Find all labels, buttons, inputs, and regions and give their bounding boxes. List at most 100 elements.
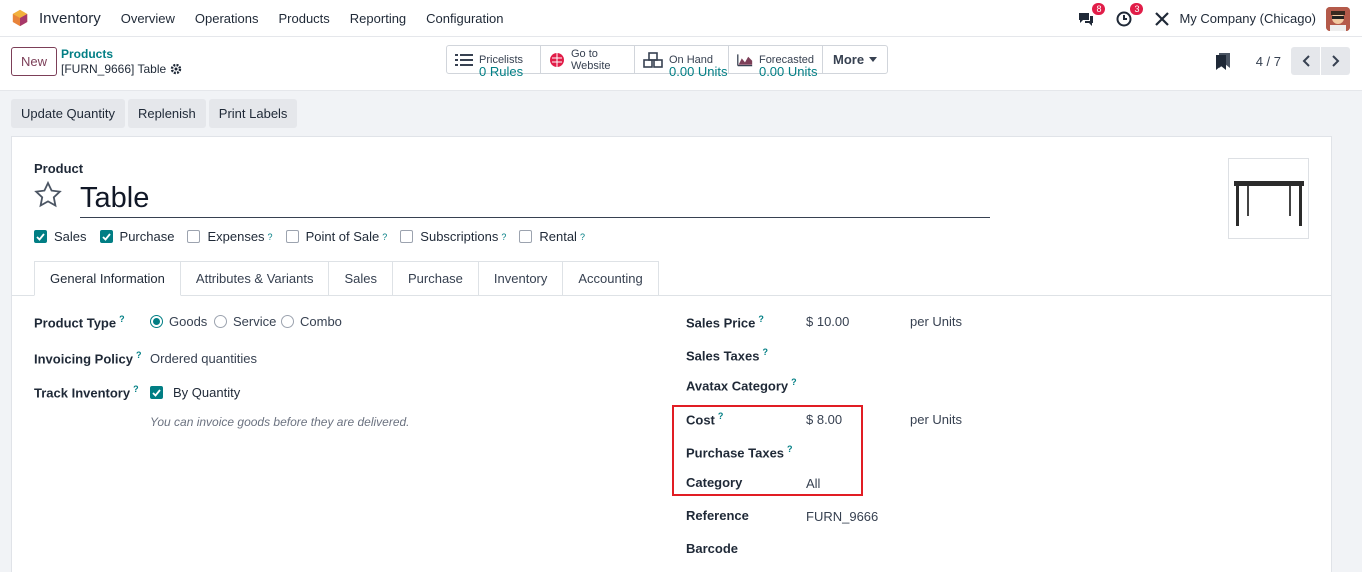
pricelists-value: 0 Rules xyxy=(479,63,524,79)
print-labels-button[interactable]: Print Labels xyxy=(208,99,298,128)
invoicing-policy-label-text: Invoicing Policy xyxy=(34,351,133,367)
expenses-check-label: Expenses xyxy=(207,229,265,244)
radio-service-dot[interactable] xyxy=(214,315,227,328)
radio-service[interactable]: Service xyxy=(214,314,276,329)
help-icon[interactable]: ? xyxy=(791,377,797,387)
avatax-category-label-text: Avatax Category xyxy=(686,378,789,394)
smart-buttons: Pricelists 0 Rules Go to Website On Hand 0.… xyxy=(446,45,889,78)
company-switcher[interactable]: My Company (Chicago) xyxy=(1179,11,1316,26)
product-image[interactable] xyxy=(1228,158,1309,239)
invoicing-policy-label: Invoicing Policy? xyxy=(34,350,141,366)
avatax-category-input[interactable] xyxy=(806,372,1006,396)
forecasted-button[interactable]: Forecasted 0.00 Units xyxy=(729,46,823,78)
rental-check-box[interactable] xyxy=(519,230,533,243)
help-icon[interactable]: ? xyxy=(268,232,273,242)
replenish-button[interactable]: Replenish xyxy=(127,99,206,128)
subscriptions-checkbox[interactable]: Subscriptions? xyxy=(400,229,506,244)
purchase-check-label: Purchase xyxy=(119,229,175,244)
tab-attributes-variants[interactable]: Attributes & Variants xyxy=(180,261,330,296)
systray: 8 3 My Company (Chicago) xyxy=(1075,0,1350,37)
tab-sales[interactable]: Sales xyxy=(329,261,393,296)
track-inventory-label: Track Inventory? xyxy=(34,384,139,400)
help-icon[interactable]: ? xyxy=(580,232,585,242)
barcode-input[interactable] xyxy=(806,537,1006,561)
sales-check-box[interactable] xyxy=(34,230,47,243)
on-hand-button[interactable]: On Hand 0.00 Units xyxy=(635,46,729,78)
purchase-check-box[interactable] xyxy=(99,230,113,243)
go-to-website-button[interactable]: Go to Website xyxy=(541,46,635,73)
menu-products[interactable]: Products xyxy=(278,11,329,26)
invoicing-policy-value[interactable]: Ordered quantities xyxy=(150,351,257,366)
sales-taxes-input[interactable] xyxy=(806,342,1006,366)
help-icon[interactable]: ? xyxy=(119,314,125,324)
star-icon[interactable] xyxy=(34,181,62,209)
sales-price-unit: per Units xyxy=(910,314,963,329)
radio-combo-label: Combo xyxy=(300,314,342,329)
rental-checkbox[interactable]: Rental? xyxy=(519,229,585,244)
sales-price-input[interactable]: $ 10.00 xyxy=(806,314,849,329)
product-name-input[interactable]: Table xyxy=(80,181,990,218)
globe-icon xyxy=(550,52,564,67)
sales-taxes-label-text: Sales Taxes xyxy=(686,348,760,364)
website-value: Website xyxy=(571,59,611,72)
pager: 4 / 7 xyxy=(1256,47,1350,75)
sales-taxes-label: Sales Taxes? xyxy=(686,347,768,363)
pricelists-button[interactable]: Pricelists 0 Rules xyxy=(447,46,541,78)
menu-configuration[interactable]: Configuration xyxy=(426,11,503,26)
user-avatar[interactable] xyxy=(1326,6,1350,31)
sales-checkbox[interactable]: Sales xyxy=(34,229,87,244)
radio-combo[interactable]: Combo xyxy=(281,314,342,329)
cubes-icon xyxy=(643,51,663,68)
menu-operations[interactable]: Operations xyxy=(195,11,259,26)
check-icon xyxy=(101,232,111,241)
chat-button[interactable]: 8 xyxy=(1075,2,1106,30)
main-menu: Overview Operations Products Reporting C… xyxy=(121,11,524,26)
track-inventory-checkbox[interactable]: By Quantity xyxy=(150,385,240,400)
reference-input[interactable]: FURN_9666 xyxy=(806,509,878,524)
point-of-sale-checkbox[interactable]: Point of Sale? xyxy=(285,229,387,244)
app-name[interactable]: Inventory xyxy=(39,10,101,27)
bookmark-icon[interactable] xyxy=(1216,53,1230,70)
product-form-sheet: Product Table Sales Purchase Expenses? P… xyxy=(11,136,1332,572)
gear-icon[interactable] xyxy=(170,63,182,75)
menu-overview[interactable]: Overview xyxy=(121,11,175,26)
more-button[interactable]: More xyxy=(823,46,887,73)
new-button[interactable]: New xyxy=(11,47,57,76)
avatax-category-label: Avatax Category? xyxy=(686,377,797,393)
track-inventory-value: By Quantity xyxy=(173,385,241,400)
tab-general-information[interactable]: General Information xyxy=(34,261,181,296)
purchase-checkbox[interactable]: Purchase xyxy=(99,229,175,244)
update-quantity-button[interactable]: Update Quantity xyxy=(11,99,125,128)
reference-label: Reference xyxy=(686,508,749,523)
inventory-app-icon[interactable] xyxy=(11,9,29,27)
help-icon[interactable]: ? xyxy=(133,384,139,394)
tab-accounting[interactable]: Accounting xyxy=(563,261,659,296)
expenses-check-box[interactable] xyxy=(187,230,201,243)
help-icon[interactable]: ? xyxy=(382,232,387,242)
on-hand-value: 0.00 Units xyxy=(669,63,728,79)
tab-purchase[interactable]: Purchase xyxy=(392,261,479,296)
help-icon[interactable]: ? xyxy=(501,232,506,242)
pager-previous-button[interactable] xyxy=(1291,47,1320,75)
tab-inventory[interactable]: Inventory xyxy=(478,261,564,296)
cost-unit: per Units xyxy=(910,412,963,427)
tools-button[interactable] xyxy=(1151,8,1173,30)
subscriptions-check-box[interactable] xyxy=(400,230,414,243)
track-inventory-label-text: Track Inventory xyxy=(34,385,131,401)
help-icon[interactable]: ? xyxy=(762,347,768,357)
track-inventory-box[interactable] xyxy=(150,386,163,399)
pager-next-button[interactable] xyxy=(1321,47,1350,75)
radio-combo-dot[interactable] xyxy=(281,315,294,328)
chat-badge: 8 xyxy=(1092,2,1106,15)
radio-goods[interactable]: Goods xyxy=(150,314,207,329)
radio-goods-dot[interactable] xyxy=(150,315,163,328)
menu-reporting[interactable]: Reporting xyxy=(350,11,406,26)
pos-check-box[interactable] xyxy=(285,230,299,243)
expenses-checkbox[interactable]: Expenses? xyxy=(187,229,273,244)
help-icon[interactable]: ? xyxy=(136,350,142,360)
activity-button[interactable]: 3 xyxy=(1113,2,1144,30)
help-icon[interactable]: ? xyxy=(758,314,764,324)
area-chart-icon xyxy=(737,53,753,66)
breadcrumb-products[interactable]: Products xyxy=(61,47,113,61)
pager-value[interactable]: 4 / 7 xyxy=(1256,54,1281,69)
